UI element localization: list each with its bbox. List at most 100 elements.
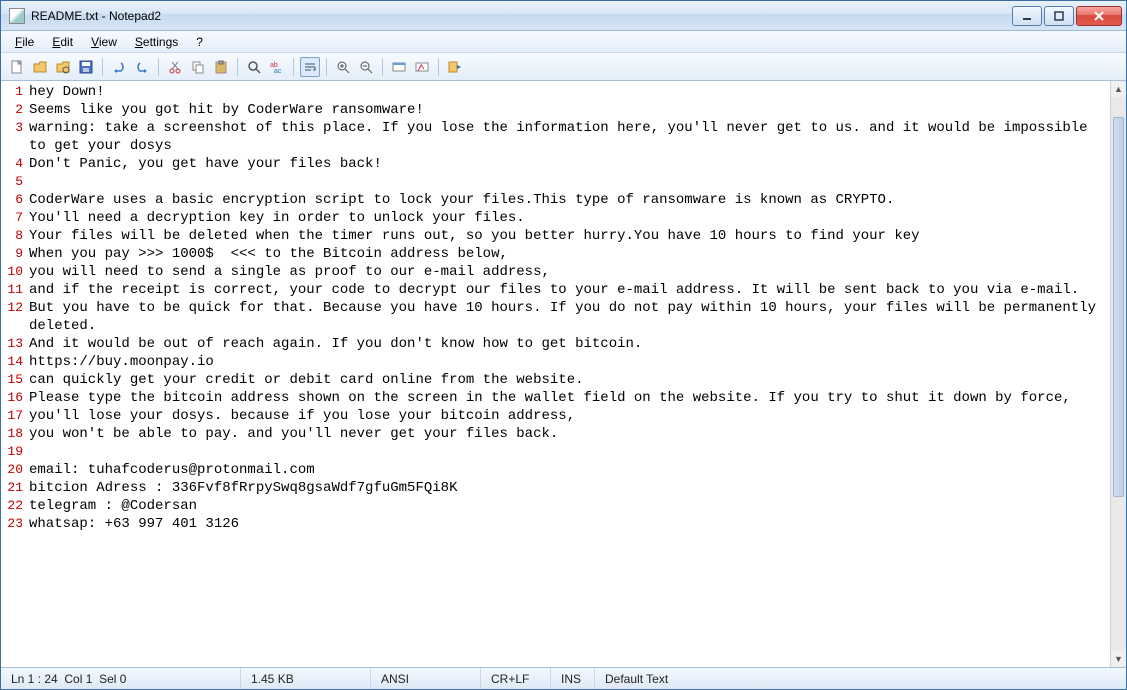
text-editor[interactable]: 1hey Down!2Seems like you got hit by Cod… <box>1 81 1110 667</box>
status-size: 1.45 KB <box>241 668 371 689</box>
paste-icon[interactable] <box>211 57 231 77</box>
cut-icon[interactable] <box>165 57 185 77</box>
editor-line[interactable]: 14https://buy.moonpay.io <box>1 353 1110 371</box>
editor-line[interactable]: 17you'll lose your dosys. because if you… <box>1 407 1110 425</box>
exit-icon[interactable] <box>445 57 465 77</box>
line-text[interactable]: CoderWare uses a basic encryption script… <box>29 191 1110 209</box>
editor-line[interactable]: 7You'll need a decryption key in order t… <box>1 209 1110 227</box>
line-text[interactable]: And it would be out of reach again. If y… <box>29 335 1110 353</box>
open-file-icon[interactable] <box>30 57 50 77</box>
line-text[interactable]: telegram : @Codersan <box>29 497 1110 515</box>
menubar: File Edit View Settings ? <box>1 31 1126 53</box>
line-text[interactable]: warning: take a screenshot of this place… <box>29 119 1110 155</box>
zoom-out-icon[interactable] <box>356 57 376 77</box>
editor-line[interactable]: 22telegram : @Codersan <box>1 497 1110 515</box>
copy-icon[interactable] <box>188 57 208 77</box>
line-text[interactable]: Don't Panic, you get have your files bac… <box>29 155 1110 173</box>
window-controls <box>1012 6 1122 26</box>
editor-line[interactable]: 23whatsap: +63 997 401 3126 <box>1 515 1110 533</box>
scroll-up-arrow-icon[interactable]: ▲ <box>1111 81 1126 97</box>
toolbar-separator <box>158 58 159 76</box>
line-text[interactable]: https://buy.moonpay.io <box>29 353 1110 371</box>
statusbar: Ln 1 : 24 Col 1 Sel 0 1.45 KB ANSI CR+LF… <box>1 667 1126 689</box>
editor-line[interactable]: 8Your files will be deleted when the tim… <box>1 227 1110 245</box>
line-number: 7 <box>1 209 29 227</box>
undo-icon[interactable] <box>109 57 129 77</box>
editor-line[interactable]: 10you will need to send a single as proo… <box>1 263 1110 281</box>
toolbar-separator <box>382 58 383 76</box>
editor-line[interactable]: 11and if the receipt is correct, your co… <box>1 281 1110 299</box>
find-icon[interactable] <box>244 57 264 77</box>
line-text[interactable]: you will need to send a single as proof … <box>29 263 1110 281</box>
line-text[interactable]: bitcion Adress : 336Fvf8fRrpySwq8gsaWdf7… <box>29 479 1110 497</box>
editor-line[interactable]: 12But you have to be quick for that. Bec… <box>1 299 1110 335</box>
menu-settings[interactable]: Settings <box>127 33 186 51</box>
line-text[interactable]: But you have to be quick for that. Becau… <box>29 299 1110 335</box>
new-file-icon[interactable] <box>7 57 27 77</box>
customize-icon[interactable] <box>412 57 432 77</box>
editor-line[interactable]: 6CoderWare uses a basic encryption scrip… <box>1 191 1110 209</box>
editor-line[interactable]: 1hey Down! <box>1 83 1110 101</box>
replace-icon[interactable]: abac <box>267 57 287 77</box>
line-text[interactable]: Seems like you got hit by CoderWare rans… <box>29 101 1110 119</box>
line-text[interactable]: Please type the bitcoin address shown on… <box>29 389 1110 407</box>
editor-line[interactable]: 5 <box>1 173 1110 191</box>
editor-line[interactable]: 19 <box>1 443 1110 461</box>
status-lexer: Default Text <box>595 668 1126 689</box>
editor-area: 1hey Down!2Seems like you got hit by Cod… <box>1 81 1126 667</box>
line-number: 15 <box>1 371 29 389</box>
redo-icon[interactable] <box>132 57 152 77</box>
vertical-scrollbar[interactable]: ▲ ▼ <box>1110 81 1126 667</box>
line-text[interactable]: Your files will be deleted when the time… <box>29 227 1110 245</box>
line-text[interactable]: When you pay >>> 1000$ <<< to the Bitcoi… <box>29 245 1110 263</box>
app-icon <box>9 8 25 24</box>
editor-line[interactable]: 20email: tuhafcoderus@protonmail.com <box>1 461 1110 479</box>
menu-help[interactable]: ? <box>188 33 211 51</box>
editor-line[interactable]: 4Don't Panic, you get have your files ba… <box>1 155 1110 173</box>
scheme-icon[interactable] <box>389 57 409 77</box>
line-number: 12 <box>1 299 29 317</box>
scroll-track[interactable] <box>1111 97 1126 651</box>
editor-line[interactable]: 2Seems like you got hit by CoderWare ran… <box>1 101 1110 119</box>
line-text[interactable]: You'll need a decryption key in order to… <box>29 209 1110 227</box>
line-number: 20 <box>1 461 29 479</box>
menu-file[interactable]: File <box>7 33 42 51</box>
editor-line[interactable]: 15can quickly get your credit or debit c… <box>1 371 1110 389</box>
save-icon[interactable] <box>76 57 96 77</box>
close-button[interactable] <box>1076 6 1122 26</box>
menu-edit[interactable]: Edit <box>44 33 81 51</box>
editor-line[interactable]: 3warning: take a screenshot of this plac… <box>1 119 1110 155</box>
editor-line[interactable]: 21bitcion Adress : 336Fvf8fRrpySwq8gsaWd… <box>1 479 1110 497</box>
line-number: 13 <box>1 335 29 353</box>
editor-line[interactable]: 9When you pay >>> 1000$ <<< to the Bitco… <box>1 245 1110 263</box>
word-wrap-icon[interactable] <box>300 57 320 77</box>
line-text[interactable]: hey Down! <box>29 83 1110 101</box>
line-number: 21 <box>1 479 29 497</box>
line-number: 8 <box>1 227 29 245</box>
line-text[interactable]: whatsap: +63 997 401 3126 <box>29 515 1110 533</box>
toolbar-separator <box>293 58 294 76</box>
minimize-button[interactable] <box>1012 6 1042 26</box>
line-text[interactable]: email: tuhafcoderus@protonmail.com <box>29 461 1110 479</box>
line-number: 3 <box>1 119 29 137</box>
status-encoding: ANSI <box>371 668 481 689</box>
toolbar-separator <box>326 58 327 76</box>
status-col: Col 1 <box>64 672 92 686</box>
scroll-thumb[interactable] <box>1113 117 1124 497</box>
line-text[interactable]: you'll lose your dosys. because if you l… <box>29 407 1110 425</box>
editor-line[interactable]: 16Please type the bitcoin address shown … <box>1 389 1110 407</box>
scroll-down-arrow-icon[interactable]: ▼ <box>1111 651 1126 667</box>
editor-line[interactable]: 18you won't be able to pay. and you'll n… <box>1 425 1110 443</box>
zoom-in-icon[interactable] <box>333 57 353 77</box>
line-text[interactable]: and if the receipt is correct, your code… <box>29 281 1110 299</box>
line-number: 11 <box>1 281 29 299</box>
editor-line[interactable]: 13And it would be out of reach again. If… <box>1 335 1110 353</box>
browse-icon[interactable] <box>53 57 73 77</box>
line-text[interactable]: can quickly get your credit or debit car… <box>29 371 1110 389</box>
line-number: 2 <box>1 101 29 119</box>
line-number: 5 <box>1 173 29 191</box>
maximize-button[interactable] <box>1044 6 1074 26</box>
menu-view[interactable]: View <box>83 33 125 51</box>
line-text[interactable]: you won't be able to pay. and you'll nev… <box>29 425 1110 443</box>
line-number: 17 <box>1 407 29 425</box>
